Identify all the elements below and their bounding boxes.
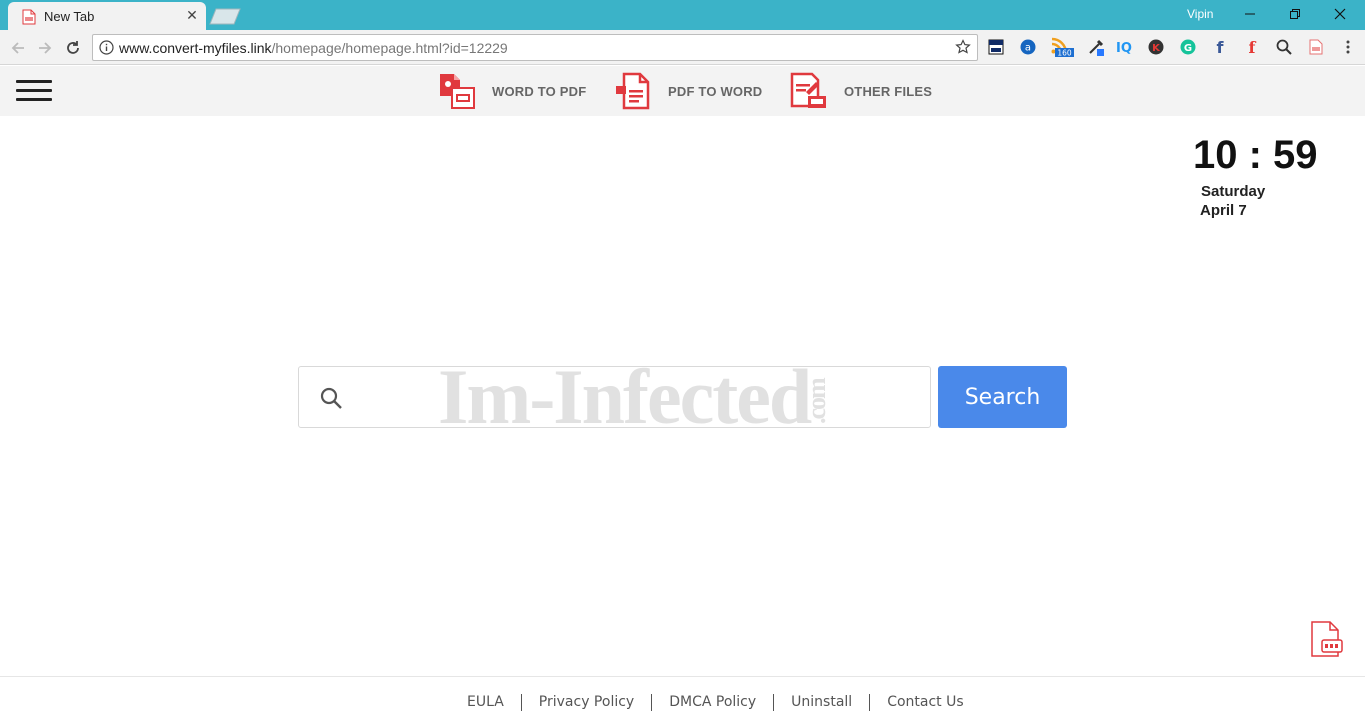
info-icon[interactable] [99, 40, 114, 55]
eyedropper-ext-icon[interactable] [1087, 38, 1105, 56]
restore-icon [1290, 9, 1300, 19]
minimize-icon [1245, 13, 1255, 15]
other-files-icon [790, 72, 826, 108]
svg-text:IQ: IQ [1116, 41, 1132, 55]
browser-toolbar: www.convert-myfiles.link/homepage/homepa… [0, 30, 1365, 65]
hamburger-menu-icon[interactable] [16, 80, 52, 102]
footer-link-privacy-policy[interactable]: Privacy Policy [522, 694, 653, 711]
pdf-to-word-icon [616, 72, 650, 110]
close-window-button[interactable] [1320, 3, 1360, 25]
url-text[interactable]: www.convert-myfiles.link/homepage/homepa… [119, 40, 508, 56]
profile-name[interactable]: Vipin [1187, 7, 1213, 21]
page-header: WORD TO PDF PDF TO WORD OTHER FILES [0, 66, 1365, 116]
pdf-ext-icon[interactable] [1307, 38, 1325, 56]
svg-text:f: f [1217, 39, 1225, 55]
window-ext-icon[interactable] [987, 38, 1005, 56]
bookmark-star-icon[interactable] [955, 39, 971, 55]
search-input[interactable] [359, 377, 919, 417]
nav-other-files[interactable]: OTHER FILES [790, 72, 932, 110]
footer-link-eula[interactable]: EULA [450, 694, 522, 711]
url-path: /homepage/homepage.html?id=12229 [271, 40, 508, 56]
clock-time: 10 : 59 [1193, 133, 1318, 177]
pdf-favicon-icon [22, 9, 36, 25]
svg-text:a: a [1025, 43, 1031, 54]
address-bar[interactable]: www.convert-myfiles.link/homepage/homepa… [92, 34, 978, 61]
restore-button[interactable] [1275, 3, 1315, 25]
word-to-pdf-icon [440, 74, 475, 109]
title-bar: New Tab ✕ Vipin [0, 0, 1365, 30]
iq-ext-icon[interactable]: IQ [1115, 38, 1133, 56]
chrome-menu-icon[interactable] [1339, 38, 1357, 56]
footer: EULA Privacy Policy DMCA Policy Uninstal… [0, 676, 1365, 727]
footer-link-uninstall[interactable]: Uninstall [774, 694, 871, 711]
svg-text:K: K [1152, 43, 1161, 54]
url-host: www.convert-myfiles.link [119, 40, 272, 56]
facebook-ext-icon[interactable]: f [1211, 38, 1229, 56]
clock-day: Saturday [1201, 183, 1266, 200]
a-ext-icon[interactable]: a [1019, 38, 1037, 56]
minimize-button[interactable] [1230, 3, 1270, 25]
floating-pdf-icon[interactable] [1308, 620, 1344, 658]
browser-tab[interactable]: New Tab ✕ [8, 2, 206, 30]
svg-text:f: f [1249, 39, 1257, 55]
clock-date: April 7 [1200, 202, 1247, 219]
nav-label: OTHER FILES [844, 83, 933, 99]
nav-label: PDF TO WORD [668, 83, 763, 99]
svg-text:G: G [1184, 43, 1192, 54]
magnifier-ext-icon[interactable] [1275, 38, 1293, 56]
close-icon [1334, 8, 1346, 20]
footer-link-contact-us[interactable]: Contact Us [870, 694, 980, 711]
svg-text:160: 160 [1057, 49, 1072, 58]
k-ext-icon[interactable]: K [1147, 38, 1165, 56]
nav-label: WORD TO PDF [492, 83, 587, 99]
forward-arrow-icon [39, 42, 52, 54]
reload-button[interactable] [63, 38, 83, 58]
tab-close-icon[interactable]: ✕ [184, 7, 200, 23]
tab-title: New Tab [44, 9, 95, 24]
footer-links: EULA Privacy Policy DMCA Policy Uninstal… [450, 694, 981, 711]
reload-icon [67, 41, 79, 54]
rss-ext-icon[interactable]: 160 [1050, 37, 1074, 58]
nav-word-to-pdf[interactable]: WORD TO PDF [438, 72, 586, 110]
grammarly-ext-icon[interactable]: G [1179, 38, 1197, 56]
forward-button[interactable] [35, 38, 55, 58]
nav-pdf-to-word[interactable]: PDF TO WORD [614, 72, 762, 110]
search-icon [320, 387, 342, 409]
new-tab-button[interactable] [208, 8, 242, 25]
footer-link-dmca-policy[interactable]: DMCA Policy [652, 694, 775, 711]
search-button[interactable]: Search [938, 366, 1067, 428]
back-arrow-icon [11, 42, 24, 54]
back-button[interactable] [8, 38, 28, 58]
flipboard-ext-icon[interactable]: f [1243, 38, 1261, 56]
search-box[interactable] [298, 366, 931, 428]
